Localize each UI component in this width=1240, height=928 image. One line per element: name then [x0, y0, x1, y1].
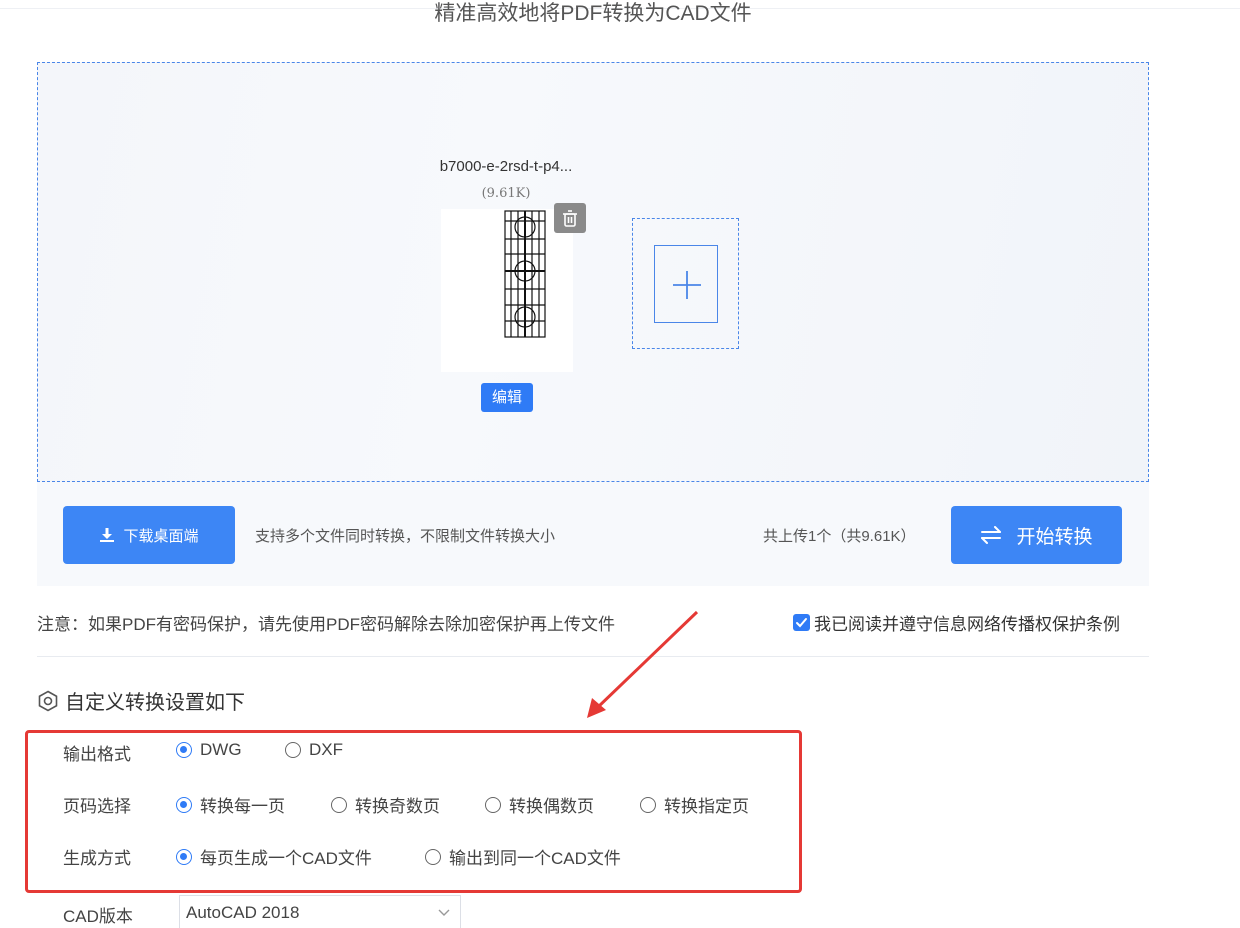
radio-dwg[interactable]: DWG	[176, 740, 242, 760]
cad-version-select[interactable]: AutoCAD 2018	[179, 895, 461, 928]
edit-file-button[interactable]: 编辑	[481, 383, 533, 412]
settings-title: 自定义转换设置如下	[37, 686, 245, 715]
upload-count: 共上传1个（共9.61K）	[763, 528, 916, 545]
add-file-button[interactable]	[654, 245, 718, 323]
download-desktop-button[interactable]: 下载桌面端	[63, 506, 235, 564]
settings-icon	[38, 690, 58, 711]
upload-dropzone[interactable]	[37, 62, 1149, 482]
radio-per-page-file-label: 每页生成一个CAD文件	[200, 849, 372, 868]
radio-selected-icon[interactable]	[176, 848, 192, 865]
password-notice: 注意：如果PDF有密码保护，请先使用PDF密码解除去除加密保护再上传文件	[37, 615, 615, 634]
generate-mode-label: 生成方式	[63, 849, 131, 868]
cad-version-value: AutoCAD 2018	[186, 903, 300, 922]
radio-unselected-icon[interactable]	[285, 742, 301, 758]
cad-drawing-preview	[504, 210, 546, 338]
agreement-label: 我已阅读并遵守信息网络传播权保护条例	[814, 615, 1120, 634]
radio-every-page-label: 转换每一页	[200, 797, 285, 816]
file-size: (9.61K)	[481, 186, 531, 201]
plus-icon	[673, 271, 701, 299]
page-select-label: 页码选择	[63, 797, 131, 816]
radio-odd-pages[interactable]: 转换奇数页	[331, 792, 440, 817]
radio-even-pages[interactable]: 转换偶数页	[485, 792, 594, 817]
swap-arrows-icon	[981, 526, 1002, 544]
delete-file-button[interactable]	[554, 203, 586, 233]
radio-every-page[interactable]: 转换每一页	[176, 792, 285, 817]
cad-version-label: CAD版本	[63, 907, 133, 926]
start-convert-button[interactable]: 开始转换	[951, 506, 1122, 564]
start-convert-label: 开始转换	[1016, 526, 1093, 548]
radio-single-file-label: 输出到同一个CAD文件	[449, 849, 621, 868]
radio-odd-pages-label: 转换奇数页	[355, 797, 440, 816]
page-subtitle: 精准高效地将PDF转换为CAD文件	[434, 2, 752, 25]
radio-unselected-icon[interactable]	[331, 796, 347, 813]
agreement-checkbox[interactable]: 我已阅读并遵守信息网络传播权保护条例	[793, 610, 1120, 635]
radio-dwg-label: DWG	[200, 740, 242, 759]
radio-unselected-icon[interactable]	[485, 796, 501, 813]
file-name: b7000-e-2rsd-t-p4...	[439, 158, 573, 175]
output-format-label: 输出格式	[63, 745, 131, 764]
radio-selected-icon[interactable]	[176, 742, 192, 758]
radio-dxf[interactable]: DXF	[285, 740, 343, 760]
radio-per-page-file[interactable]: 每页生成一个CAD文件	[176, 844, 372, 869]
radio-selected-icon[interactable]	[176, 796, 192, 813]
section-divider	[37, 656, 1149, 657]
trash-icon	[563, 210, 577, 227]
radio-unselected-icon[interactable]	[425, 848, 441, 865]
download-desktop-label: 下载桌面端	[123, 527, 199, 545]
radio-single-file[interactable]: 输出到同一个CAD文件	[425, 844, 621, 869]
download-icon	[100, 528, 115, 542]
support-text: 支持多个文件同时转换，不限制文件转换大小	[255, 528, 556, 545]
radio-even-pages-label: 转换偶数页	[509, 797, 594, 816]
radio-dxf-label: DXF	[309, 740, 343, 759]
checkbox-checked-icon[interactable]	[793, 614, 810, 631]
radio-unselected-icon[interactable]	[640, 796, 656, 813]
file-thumbnail[interactable]	[441, 209, 573, 372]
radio-specific-pages[interactable]: 转换指定页	[640, 792, 749, 817]
radio-specific-pages-label: 转换指定页	[664, 797, 749, 816]
settings-title-label: 自定义转换设置如下	[65, 692, 245, 714]
chevron-down-icon	[438, 909, 450, 916]
